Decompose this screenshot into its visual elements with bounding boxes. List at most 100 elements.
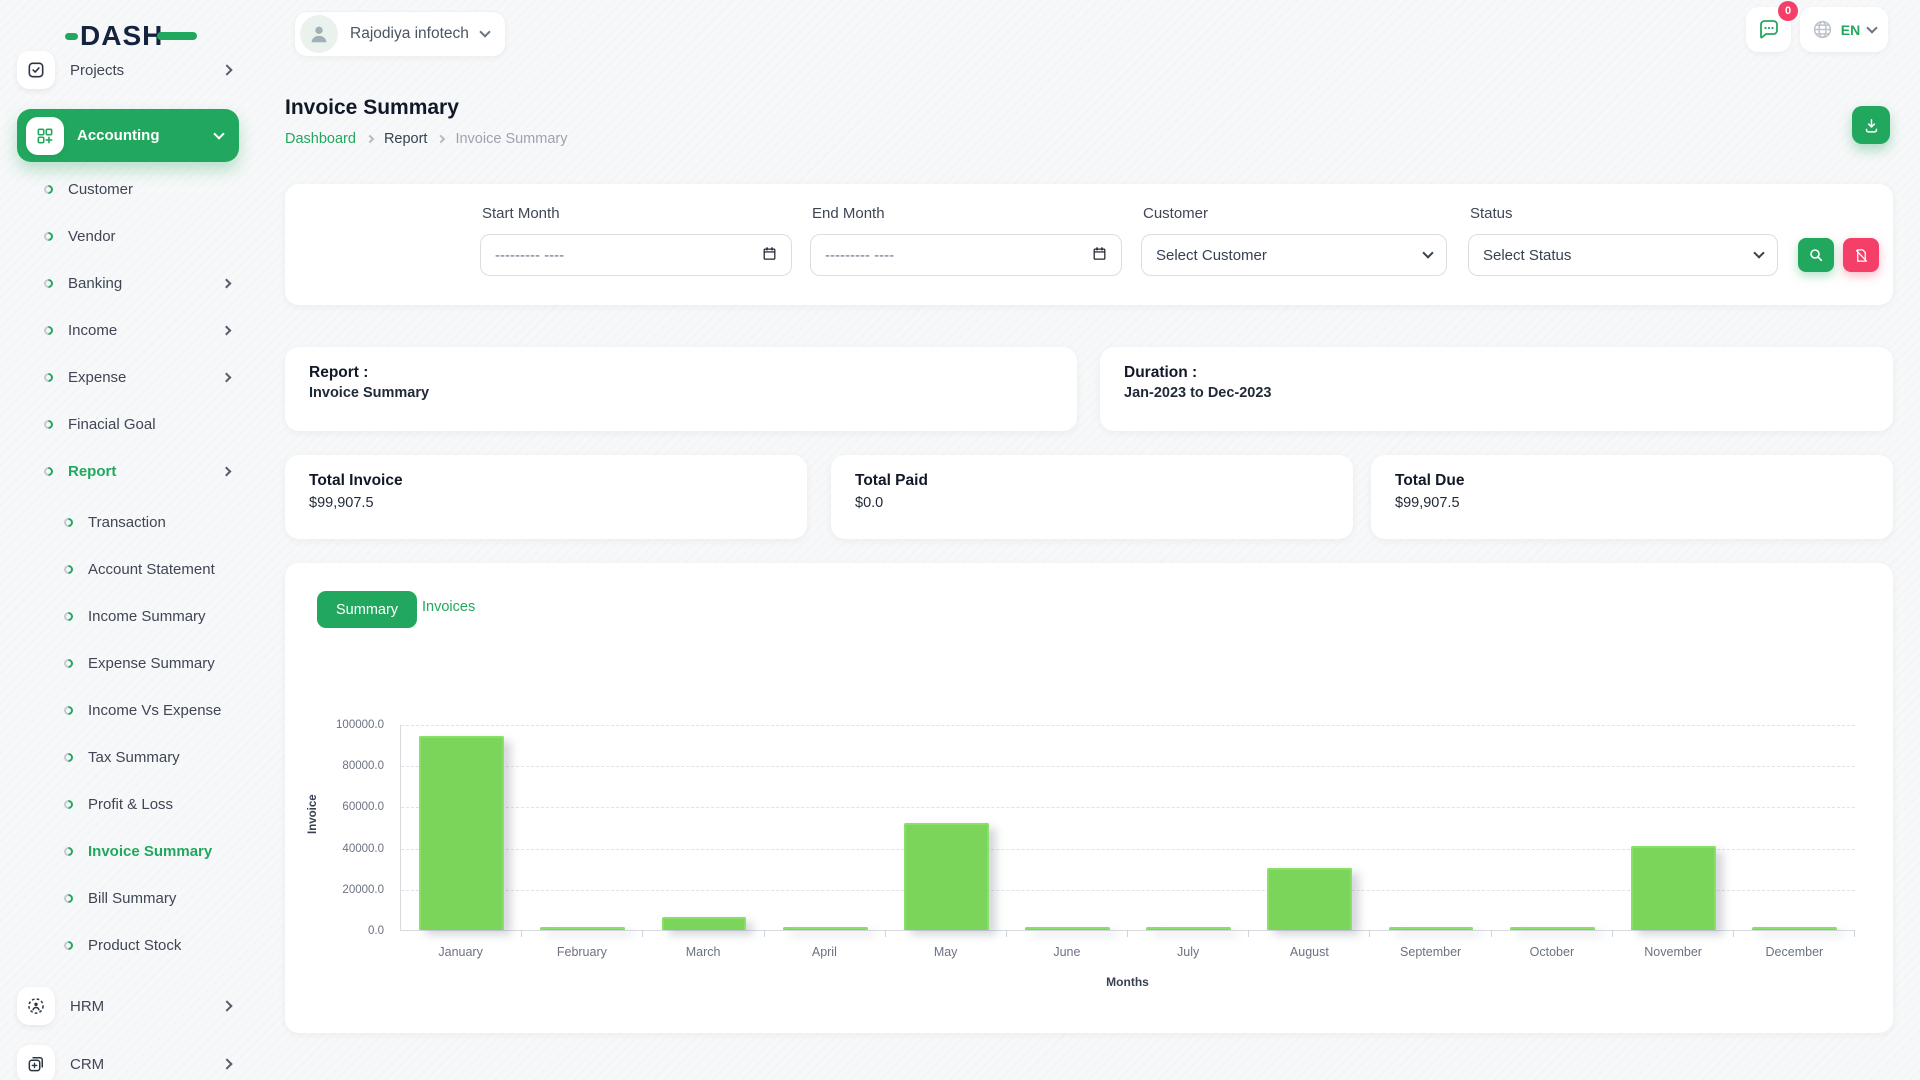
company-selector[interactable]: Rajodiya infotech <box>294 11 506 57</box>
chart-plot <box>400 725 1855 931</box>
bar-cell <box>643 725 764 930</box>
sidebar-item-invoice-summary[interactable]: Invoice Summary <box>0 828 258 875</box>
sidebar-item-tax-summary[interactable]: Tax Summary <box>0 734 258 781</box>
bullet-icon <box>62 657 75 670</box>
sidebar-item-crm[interactable]: CRM <box>17 1040 239 1080</box>
breadcrumb-report[interactable]: Report <box>384 131 428 147</box>
chart-bar-april[interactable] <box>783 927 868 930</box>
chart-bar-january[interactable] <box>419 736 504 930</box>
sidebar-item-label: Customer <box>68 181 133 198</box>
chart-bar-december[interactable] <box>1752 927 1837 930</box>
sidebar-item-label: Bill Summary <box>88 890 176 907</box>
calendar-icon <box>1092 246 1107 265</box>
sidebar-item-expense[interactable]: Expense <box>0 354 258 401</box>
sidebar-item-label: Vendor <box>68 228 116 245</box>
sidebar-item-projects[interactable]: Projects <box>17 46 239 94</box>
company-name: Rajodiya infotech <box>350 25 469 43</box>
sidebar-item-vendor[interactable]: Vendor <box>0 213 258 260</box>
sidebar-item-banking[interactable]: Banking <box>0 260 258 307</box>
end-month-input[interactable]: --------- ---- <box>810 234 1122 276</box>
sidebar-item-account-statement[interactable]: Account Statement <box>0 546 258 593</box>
tab-invoices[interactable]: Invoices <box>422 599 475 615</box>
chart-bar-october[interactable] <box>1510 927 1595 930</box>
sidebar-item-label: Income Summary <box>88 608 206 625</box>
sidebar-item-income-summary[interactable]: Income Summary <box>0 593 258 640</box>
person-icon <box>308 23 330 45</box>
x-tick <box>885 930 886 937</box>
chevron-down-icon <box>1753 247 1764 258</box>
chevron-right-icon <box>366 135 374 143</box>
x-axis-labels: JanuaryFebruaryMarchAprilMayJuneJulyAugu… <box>400 945 1855 959</box>
report-label: Report : <box>309 364 1053 382</box>
sidebar-item-income-vs-expense[interactable]: Income Vs Expense <box>0 687 258 734</box>
filter-panel: Start Month --------- ---- End Month ---… <box>285 184 1893 305</box>
chart-bar-november[interactable] <box>1631 846 1716 930</box>
search-button[interactable] <box>1798 238 1834 272</box>
chart-bar-february[interactable] <box>540 927 625 930</box>
sidebar-item-profit-loss[interactable]: Profit & Loss <box>0 781 258 828</box>
notification-badge: 0 <box>1778 1 1798 21</box>
sidebar: Projects Accounting Customer Vendor Bankin… <box>0 0 258 1080</box>
reset-filter-button[interactable] <box>1843 238 1879 272</box>
chart-bar-august[interactable] <box>1267 868 1352 930</box>
bullet-icon <box>62 516 75 529</box>
start-month-input[interactable]: --------- ---- <box>480 234 792 276</box>
y-tick-label: 40000.0 <box>342 843 384 855</box>
chart-bar-march[interactable] <box>662 917 747 930</box>
file-slash-icon <box>1854 248 1869 263</box>
search-icon <box>1808 247 1824 263</box>
duration-value: Jan-2023 to Dec-2023 <box>1124 385 1869 401</box>
customer-select[interactable]: Select Customer <box>1141 234 1447 276</box>
chevron-down-icon <box>1867 22 1878 33</box>
calendar-icon <box>762 246 777 265</box>
chart-bar-june[interactable] <box>1025 927 1110 930</box>
bar-cell <box>1492 725 1613 930</box>
accounting-icon <box>26 117 64 155</box>
bar-cell <box>1370 725 1491 930</box>
status-select[interactable]: Select Status <box>1468 234 1778 276</box>
x-tick-label: May <box>885 945 1006 959</box>
bar-cell <box>1249 725 1370 930</box>
messages-button[interactable]: 0 <box>1746 7 1791 52</box>
sidebar-item-report[interactable]: Report <box>0 448 258 495</box>
y-axis-labels: 100000.080000.060000.040000.020000.00.0 <box>285 725 392 931</box>
sidebar-item-bill-summary[interactable]: Bill Summary <box>0 875 258 922</box>
sidebar-item-finacial-goal[interactable]: Finacial Goal <box>0 401 258 448</box>
chevron-right-icon <box>222 373 232 383</box>
x-tick-label: July <box>1128 945 1249 959</box>
language-selector[interactable]: EN <box>1800 7 1888 52</box>
chevron-right-icon <box>221 1058 232 1069</box>
sidebar-item-label: Report <box>68 463 116 480</box>
sidebar-section-accounting[interactable]: Accounting <box>17 109 239 162</box>
tab-summary[interactable]: Summary <box>317 591 417 628</box>
chart-bar-may[interactable] <box>904 823 989 930</box>
x-axis-title: Months <box>400 975 1855 989</box>
sidebar-item-transaction[interactable]: Transaction <box>0 499 258 546</box>
sidebar-item-product-stock[interactable]: Product Stock <box>0 922 258 969</box>
report-submenu: Transaction Account Statement Income Summa… <box>0 499 258 969</box>
download-button[interactable] <box>1852 106 1890 144</box>
x-tick <box>1733 930 1734 937</box>
sidebar-item-income[interactable]: Income <box>0 307 258 354</box>
status-label: Status <box>1470 205 1513 222</box>
bar-cell <box>765 725 886 930</box>
bullet-icon <box>42 183 55 196</box>
sidebar-item-label: Account Statement <box>88 561 215 578</box>
x-tick-label: September <box>1370 945 1491 959</box>
crm-icon <box>17 1045 55 1080</box>
sidebar-item-customer[interactable]: Customer <box>0 166 258 213</box>
sidebar-item-label: Projects <box>70 62 124 79</box>
bar-cell <box>1007 725 1128 930</box>
breadcrumb-current: Invoice Summary <box>455 131 567 147</box>
chart-bar-september[interactable] <box>1389 927 1474 930</box>
chart-bar-july[interactable] <box>1146 927 1231 930</box>
bar-cell <box>1734 725 1855 930</box>
globe-icon <box>1812 19 1833 40</box>
breadcrumb-dashboard[interactable]: Dashboard <box>285 131 356 147</box>
bullet-icon <box>62 563 75 576</box>
sidebar-item-expense-summary[interactable]: Expense Summary <box>0 640 258 687</box>
x-tick-label: February <box>521 945 642 959</box>
sidebar-item-hrm[interactable]: HRM <box>17 982 239 1030</box>
bullet-icon <box>42 465 55 478</box>
y-tick-label: 100000.0 <box>336 719 384 731</box>
